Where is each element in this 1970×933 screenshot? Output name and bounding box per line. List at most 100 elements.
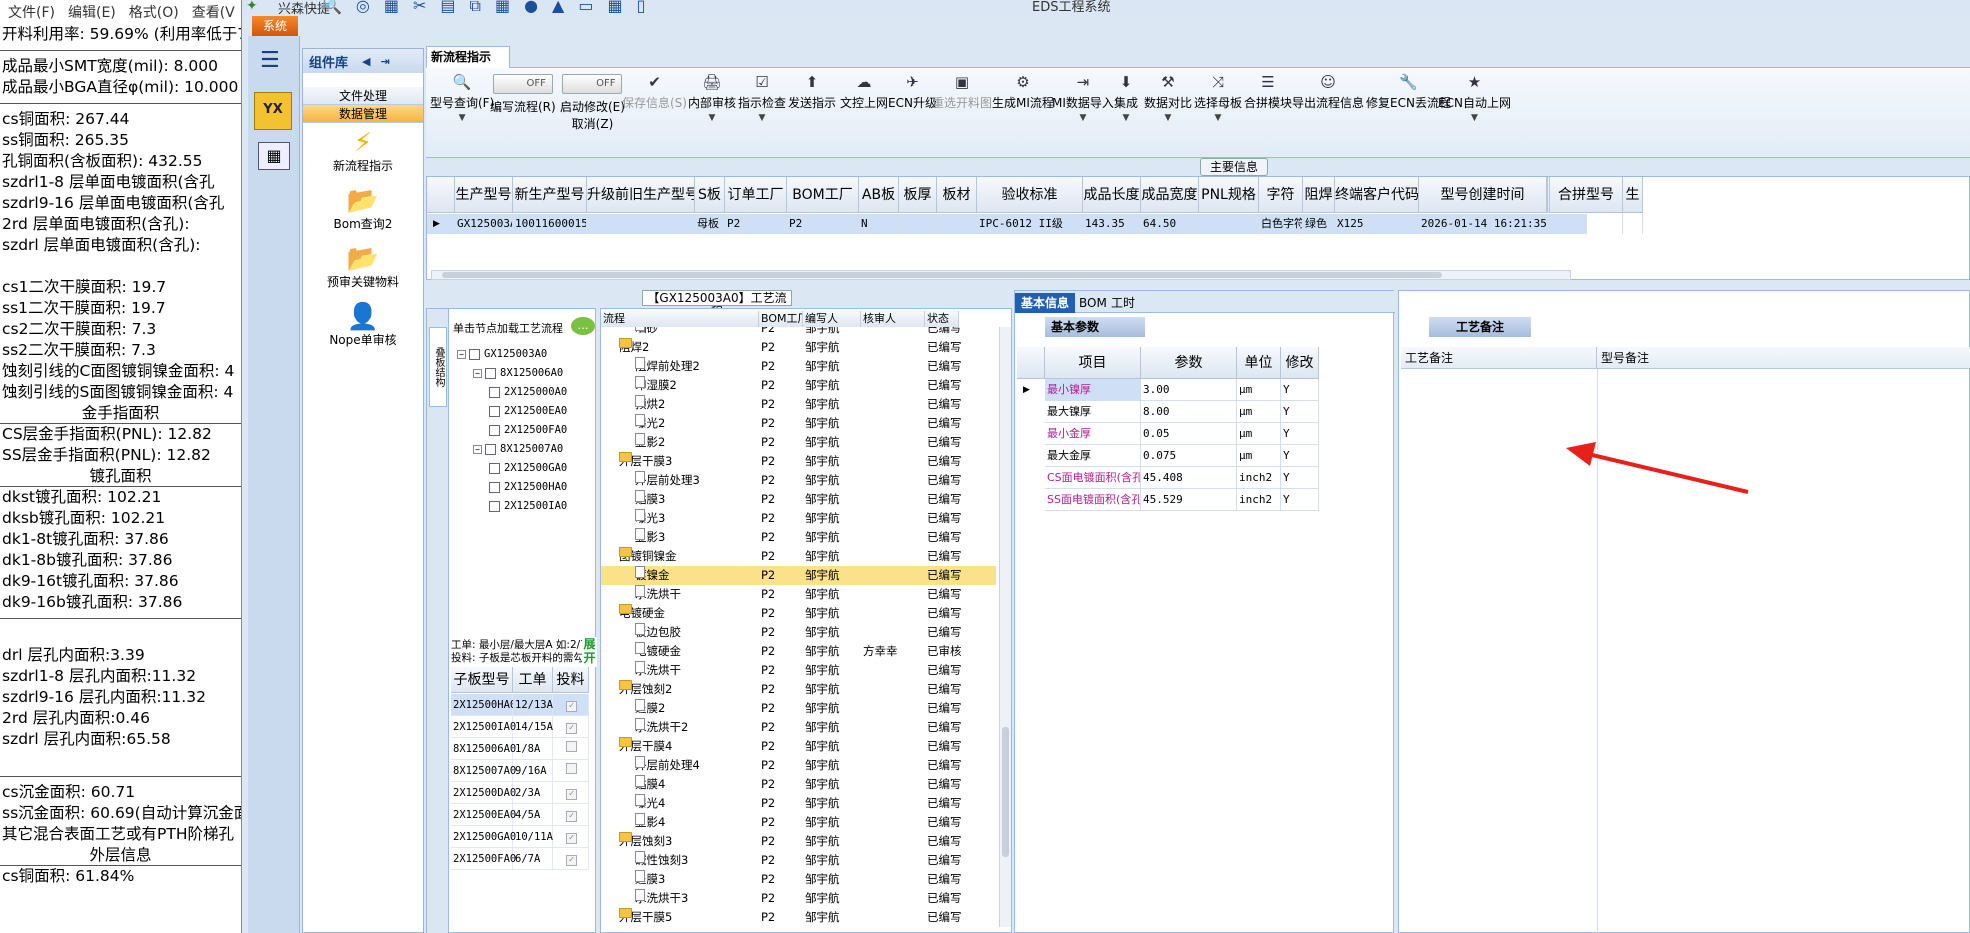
table-cell[interactable] bbox=[553, 738, 589, 760]
column-header[interactable]: 修改 bbox=[1281, 347, 1319, 379]
table-cell[interactable] bbox=[553, 760, 589, 782]
column-header[interactable]: 投料 bbox=[553, 667, 589, 693]
flow-row[interactable]: 显影4 P2 邹宇航 已编写 bbox=[601, 813, 996, 832]
flow-row[interactable]: 水洗烘干 P2 邹宇航 已编写 bbox=[601, 661, 996, 680]
flow-row[interactable]: 退膜2 P2 邹宇航 已编写 bbox=[601, 699, 996, 718]
flow-row[interactable]: −外层蚀刻2P2 邹宇航 已编写 bbox=[601, 680, 996, 699]
column-header[interactable]: 升级前旧生产型号 bbox=[587, 177, 695, 213]
column-header[interactable]: BOM工厂 bbox=[759, 311, 803, 327]
pin-icon[interactable]: ◀ bbox=[362, 55, 370, 68]
feed-checkbox[interactable] bbox=[566, 763, 577, 774]
table-cell[interactable]: ✓ bbox=[553, 782, 589, 804]
ribbon-button[interactable]: OFF 编写流程(R) bbox=[490, 74, 556, 115]
ribbon-label-secondary[interactable]: 取消(Z) bbox=[560, 115, 625, 132]
column-header[interactable]: 状态 bbox=[925, 311, 959, 327]
table-cell[interactable]: ✓ bbox=[553, 804, 589, 826]
column-header[interactable]: 板厚 bbox=[899, 177, 937, 213]
flow-row[interactable]: 镀镍金 P2 邹宇航 已编写 bbox=[601, 566, 996, 585]
flow-row[interactable]: 水洗烘干 P2 邹宇航 已编写 bbox=[601, 585, 996, 604]
ribbon-button[interactable]: 🔍 型号查询(F) ▼ bbox=[430, 74, 494, 123]
ribbon-button[interactable]: ✈ ECN升级 bbox=[888, 74, 937, 111]
chevron-down-icon[interactable]: ▼ bbox=[1438, 113, 1511, 123]
tab-hours[interactable]: 工时 bbox=[1105, 293, 1141, 313]
param-value-cell[interactable]: 0.05 bbox=[1141, 423, 1237, 445]
ribbon-button[interactable]: ☺ 导出流程信息 bbox=[1292, 74, 1364, 111]
tree-node[interactable]: − 8X125007A0 bbox=[473, 440, 563, 458]
tree-node[interactable]: 2X12500GA0 bbox=[489, 459, 567, 477]
yx-logo-icon[interactable]: YX bbox=[254, 92, 292, 130]
tree-node[interactable]: 2X12500FA0 bbox=[489, 421, 567, 439]
hamburger-menu-icon[interactable]: ☰ bbox=[260, 48, 280, 73]
component-item[interactable]: 📂 Bom查询2 bbox=[303, 181, 423, 239]
table-cell[interactable]: ✓ bbox=[553, 826, 589, 848]
component-item[interactable]: ⚡ 新流程指示 bbox=[303, 123, 423, 181]
param-value-cell[interactable]: 45.529 bbox=[1141, 489, 1237, 511]
collapse-icon[interactable]: − bbox=[473, 444, 482, 454]
param-value-cell[interactable]: 3.00 bbox=[1141, 379, 1237, 401]
ribbon-button[interactable]: ☁ 文控上网 bbox=[840, 74, 888, 111]
flow-row[interactable]: −图镀铜镍金P2 邹宇航 已编写 bbox=[601, 547, 996, 566]
column-header[interactable]: 终端客户代码 bbox=[1335, 177, 1419, 213]
tree-node[interactable]: 2X12500EA0 bbox=[489, 402, 567, 420]
flow-row[interactable]: 晒砂 P2 邹宇航 已编写 bbox=[601, 327, 996, 338]
collapse-icon[interactable]: − bbox=[473, 368, 482, 378]
ribbon-button[interactable]: OFF 启动修改(E) 取消(Z) bbox=[560, 74, 625, 132]
flow-row[interactable]: 水洗烘干3 P2 邹宇航 已编写 bbox=[601, 889, 996, 908]
component-item[interactable]: 👤 Nope单审核 bbox=[303, 297, 423, 355]
chevron-down-icon[interactable]: ▼ bbox=[1194, 113, 1242, 123]
flow-row[interactable]: 水洗烘干2 P2 邹宇航 已编写 bbox=[601, 718, 996, 737]
feed-checkbox[interactable] bbox=[566, 741, 577, 752]
flow-row[interactable]: 贴膜4 P2 邹宇航 已编写 bbox=[601, 775, 996, 794]
tree-node[interactable]: 2X12500IA0 bbox=[489, 497, 567, 515]
flow-row[interactable]: 碱性蚀刻3 P2 邹宇航 已编写 bbox=[601, 851, 996, 870]
param-value-cell[interactable]: 0.075 bbox=[1141, 445, 1237, 467]
flow-row[interactable]: 退膜3 P2 邹宇航 已编写 bbox=[601, 870, 996, 889]
column-header[interactable]: 项目 bbox=[1045, 347, 1141, 379]
chevron-down-icon[interactable]: ▼ bbox=[430, 113, 494, 123]
feed-checkbox[interactable]: ✓ bbox=[566, 789, 577, 800]
vertical-scrollbar[interactable] bbox=[999, 327, 1011, 927]
chevron-down-icon[interactable]: ▼ bbox=[738, 113, 786, 123]
column-header[interactable]: 成品宽度 bbox=[1141, 177, 1199, 213]
column-header[interactable]: 型号创建时间 bbox=[1419, 177, 1547, 213]
collapse-icon[interactable]: − bbox=[457, 349, 466, 359]
column-header[interactable]: 单位 bbox=[1237, 347, 1281, 379]
flow-row[interactable]: 预烘2 P2 邹宇航 已编写 bbox=[601, 395, 996, 414]
system-menu-tab[interactable]: 系统 bbox=[252, 16, 298, 36]
notepad-menu-item[interactable]: 查看(V bbox=[192, 2, 235, 22]
ribbon-button[interactable]: ☰ 合拼模块 bbox=[1244, 74, 1292, 111]
ribbon-button[interactable]: ☑ 指示检查 ▼ bbox=[738, 74, 786, 123]
column-header[interactable]: 合拼型号 bbox=[1547, 177, 1623, 213]
quick-toolbar-icons[interactable]: 🔍◎▦✂▤⧉▦●▲▭▦▯ bbox=[322, 0, 659, 16]
flow-row[interactable]: −外层干膜4P2 邹宇航 已编写 bbox=[601, 737, 996, 756]
flow-row[interactable]: −外层蚀刻3P2 邹宇航 已编写 bbox=[601, 832, 996, 851]
column-header[interactable]: 板材 bbox=[937, 177, 977, 213]
notepad-menu-item[interactable]: 格式(O) bbox=[129, 2, 179, 22]
column-header[interactable]: 编写人 bbox=[803, 311, 861, 327]
ribbon-button[interactable]: ⇥ MI数据导入 ▼ bbox=[1052, 74, 1114, 123]
flow-row[interactable]: 贴膜3 P2 邹宇航 已编写 bbox=[601, 490, 996, 509]
column-header[interactable]: 成品长度 bbox=[1083, 177, 1141, 213]
ribbon-button[interactable]: ⚙ 生成MI流程 bbox=[992, 74, 1054, 111]
param-value-cell[interactable]: 8.00 bbox=[1141, 401, 1237, 423]
flow-row[interactable]: −外层干膜3P2 邹宇航 已编写 bbox=[601, 452, 996, 471]
tab-new-flow-instruction[interactable]: 新流程指示 × bbox=[426, 46, 510, 84]
tree-node[interactable]: 2X12500HA0 bbox=[489, 478, 567, 496]
flow-row[interactable]: 外层前处理3 P2 邹宇航 已编写 bbox=[601, 471, 996, 490]
column-header[interactable]: 工单 bbox=[513, 667, 553, 693]
tree-node[interactable]: − 8X125006A0 bbox=[473, 364, 563, 382]
flow-row[interactable]: 板边包胶 P2 邹宇航 已编写 bbox=[601, 623, 996, 642]
table-row[interactable]: ▶ GX125003A010011600015987母板P2P2NIPC-601… bbox=[427, 214, 1643, 234]
chevron-down-icon[interactable]: ▼ bbox=[1052, 113, 1114, 123]
ribbon-button[interactable]: 🖨 内部审核 ▼ bbox=[688, 74, 736, 123]
column-header[interactable]: 核审人 bbox=[861, 311, 925, 327]
feed-checkbox[interactable]: ✓ bbox=[566, 811, 577, 822]
column-header[interactable]: 验收标准 bbox=[977, 177, 1083, 213]
param-value-cell[interactable]: 45.408 bbox=[1141, 467, 1237, 489]
table-cell[interactable]: ✓ bbox=[553, 694, 589, 716]
dock-icon[interactable]: ⇥ bbox=[380, 55, 389, 68]
flow-row[interactable]: 阻焊前处理2 P2 邹宇航 已编写 bbox=[601, 357, 996, 376]
column-header[interactable]: AB板 bbox=[859, 177, 899, 213]
flow-row[interactable]: 电镀硬金 P2 邹宇航 方幸幸 已审核 bbox=[601, 642, 996, 661]
column-header[interactable]: 流程 bbox=[601, 311, 759, 327]
